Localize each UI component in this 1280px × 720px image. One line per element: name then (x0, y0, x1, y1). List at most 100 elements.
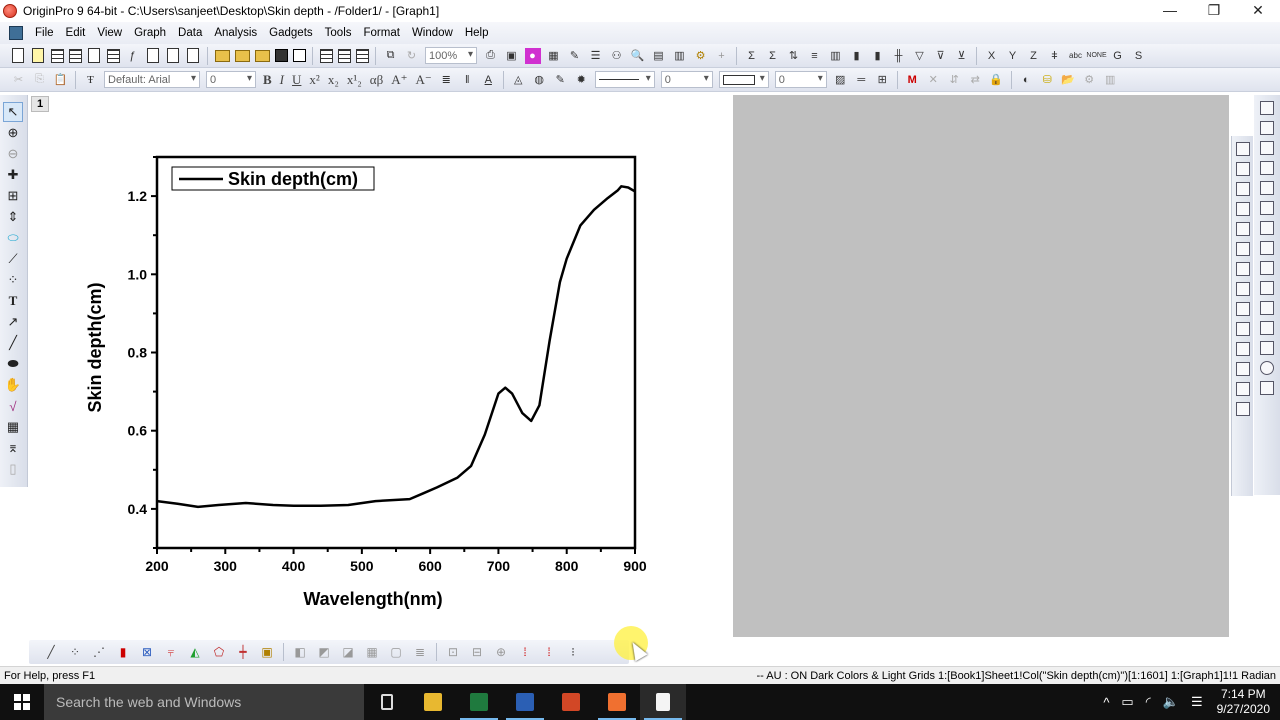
color-scale-icon[interactable] (1260, 341, 1274, 355)
new-graph-icon[interactable] (88, 48, 100, 63)
layer-indicator[interactable]: 1 (31, 96, 49, 112)
decrease-font-button[interactable]: A⁻ (415, 72, 431, 88)
font-size-combo[interactable]: 0 (206, 71, 256, 88)
line-style-combo[interactable] (594, 71, 655, 88)
command-window-icon[interactable]: ▤ (651, 48, 667, 64)
align-right-icon[interactable] (1235, 162, 1250, 176)
top-x-axis-icon[interactable] (1260, 201, 1274, 215)
import-multiple-ascii-icon[interactable] (337, 48, 351, 63)
recalculate-icon[interactable]: ↻ (404, 48, 420, 64)
database-icon[interactable]: ⛁ (1039, 72, 1055, 88)
taskbar-file-explorer[interactable] (410, 684, 456, 720)
copy-icon[interactable]: ⎘ (32, 72, 48, 88)
add-data-icon[interactable]: ⁞ (541, 644, 557, 660)
legend-icon[interactable] (1260, 321, 1274, 335)
increase-font-button[interactable]: A⁺ (391, 72, 407, 88)
battery-icon[interactable]: ▭ (1121, 694, 1133, 710)
merge-graph-icon[interactable]: ⊕ (493, 644, 509, 660)
duplicate-icon[interactable]: ⧉ (383, 48, 399, 64)
column-align-icon[interactable]: ǁ (459, 72, 475, 88)
menu-window[interactable]: Window (412, 27, 461, 39)
worksheet-object-icon[interactable]: ▦ (3, 417, 23, 437)
movie-icon[interactable]: ▦ (546, 48, 562, 64)
task-view-button[interactable] (364, 684, 410, 720)
xy-plot-icon[interactable]: ⊠ (139, 644, 155, 660)
3d-surface-icon[interactable]: ◩ (316, 644, 332, 660)
save-project-icon[interactable] (274, 49, 288, 62)
pattern-color-icon[interactable]: ◍ (531, 72, 547, 88)
new-folder-icon[interactable] (32, 48, 44, 63)
hand-tool-icon[interactable]: ✋ (3, 375, 23, 395)
taskbar-recorder[interactable] (594, 684, 640, 720)
data-selector-icon[interactable]: ⇕ (3, 207, 23, 227)
slideshow-icon[interactable]: ▣ (504, 48, 520, 64)
taskbar-excel[interactable] (456, 684, 502, 720)
menu-format[interactable]: Format (364, 27, 408, 39)
distribute-v-icon[interactable] (1235, 282, 1250, 296)
add-column-icon[interactable]: + (714, 48, 730, 64)
hierarchy-icon[interactable]: ⚇ (609, 48, 625, 64)
bar-chart-icon[interactable]: ▮ (870, 48, 886, 64)
zoom-combo[interactable]: 100% (425, 47, 477, 64)
project-explorer-icon[interactable]: ☰ (588, 48, 604, 64)
filter-icon[interactable]: ▽ (912, 48, 928, 64)
align-center-h-icon[interactable] (1235, 222, 1250, 236)
menu-tools[interactable]: Tools (325, 27, 360, 39)
grid-lines-icon[interactable] (1260, 301, 1274, 315)
contour-icon[interactable]: ▦ (364, 644, 380, 660)
fill-column-icon[interactable]: ▥ (828, 48, 844, 64)
box-frame-icon[interactable] (1260, 241, 1274, 255)
fill-color-icon[interactable]: ◬ (510, 72, 526, 88)
new-matrix-icon[interactable] (106, 48, 120, 63)
menu-analysis[interactable]: Analysis (214, 27, 265, 39)
merge-layers-icon[interactable] (1260, 161, 1274, 175)
open-excel-icon[interactable] (254, 49, 270, 62)
set-y-icon[interactable]: Y (1005, 48, 1021, 64)
stock-plot-icon[interactable]: ┿ (235, 644, 251, 660)
db-query-icon[interactable]: ▥ (1102, 72, 1118, 88)
arrange-layers-icon[interactable]: ⁝ (565, 644, 581, 660)
minimize-button[interactable]: — (1148, 0, 1192, 22)
multi-panel-icon[interactable]: ⊡ (445, 644, 461, 660)
column-plot-icon[interactable]: ▮ (115, 644, 131, 660)
set-x-icon[interactable]: X (984, 48, 1000, 64)
pointer-icon[interactable]: ↖ (3, 102, 23, 122)
print-icon[interactable]: ⎙ (483, 48, 499, 64)
extract-layers-icon[interactable]: ⁞ (517, 644, 533, 660)
taskbar-clock[interactable]: 7:14 PM 9/27/2020 (1217, 687, 1270, 717)
menu-graph[interactable]: Graph (134, 27, 174, 39)
wifi-icon[interactable]: ◜ (1146, 694, 1151, 710)
border-width-combo[interactable]: 0 (774, 71, 827, 88)
sort-icon[interactable]: ⇅ (786, 48, 802, 64)
close-button[interactable]: ✕ (1236, 0, 1280, 22)
group-icon[interactable] (1235, 342, 1250, 356)
lock-icon[interactable]: 🔒 (988, 72, 1004, 88)
code-builder-icon[interactable]: ✎ (567, 48, 583, 64)
new-layout-icon[interactable] (147, 48, 159, 63)
open-template-icon[interactable] (234, 49, 250, 62)
table-icon[interactable]: ⊞ (874, 72, 890, 88)
line-symbol-plot-icon[interactable]: ⋰ (91, 644, 107, 660)
box-chart-icon[interactable]: ╫ (891, 48, 907, 64)
layer-tool-icon[interactable]: ▯ (3, 459, 23, 479)
annotation-icon[interactable]: ⌆ (3, 438, 23, 458)
ellipse-tool-icon[interactable]: ⬬ (3, 354, 23, 374)
same-width-icon[interactable] (1235, 382, 1250, 396)
menu-view[interactable]: View (97, 27, 130, 39)
symbol-icon[interactable]: ✹ (573, 72, 589, 88)
inset-icon[interactable] (1260, 281, 1274, 295)
align-icon[interactable]: ≣ (438, 72, 454, 88)
xy-axes-icon[interactable] (1260, 261, 1274, 275)
notifications-icon[interactable]: ☰ (1191, 694, 1203, 710)
line-pattern-icon[interactable]: ═ (853, 72, 869, 88)
db-settings-icon[interactable]: ⚙ (1081, 72, 1097, 88)
column-chart-icon[interactable]: ▮ (849, 48, 865, 64)
border-style-combo[interactable] (718, 71, 769, 88)
align-center-v-icon[interactable] (1235, 242, 1250, 256)
taskbar-word[interactable] (502, 684, 548, 720)
send-back-icon[interactable] (1235, 322, 1250, 336)
start-button[interactable] (0, 684, 44, 720)
restore-button[interactable]: ❐ (1192, 0, 1236, 22)
new-excel-icon[interactable] (68, 48, 82, 63)
object-manager-icon[interactable]: ◐ (1018, 72, 1034, 88)
